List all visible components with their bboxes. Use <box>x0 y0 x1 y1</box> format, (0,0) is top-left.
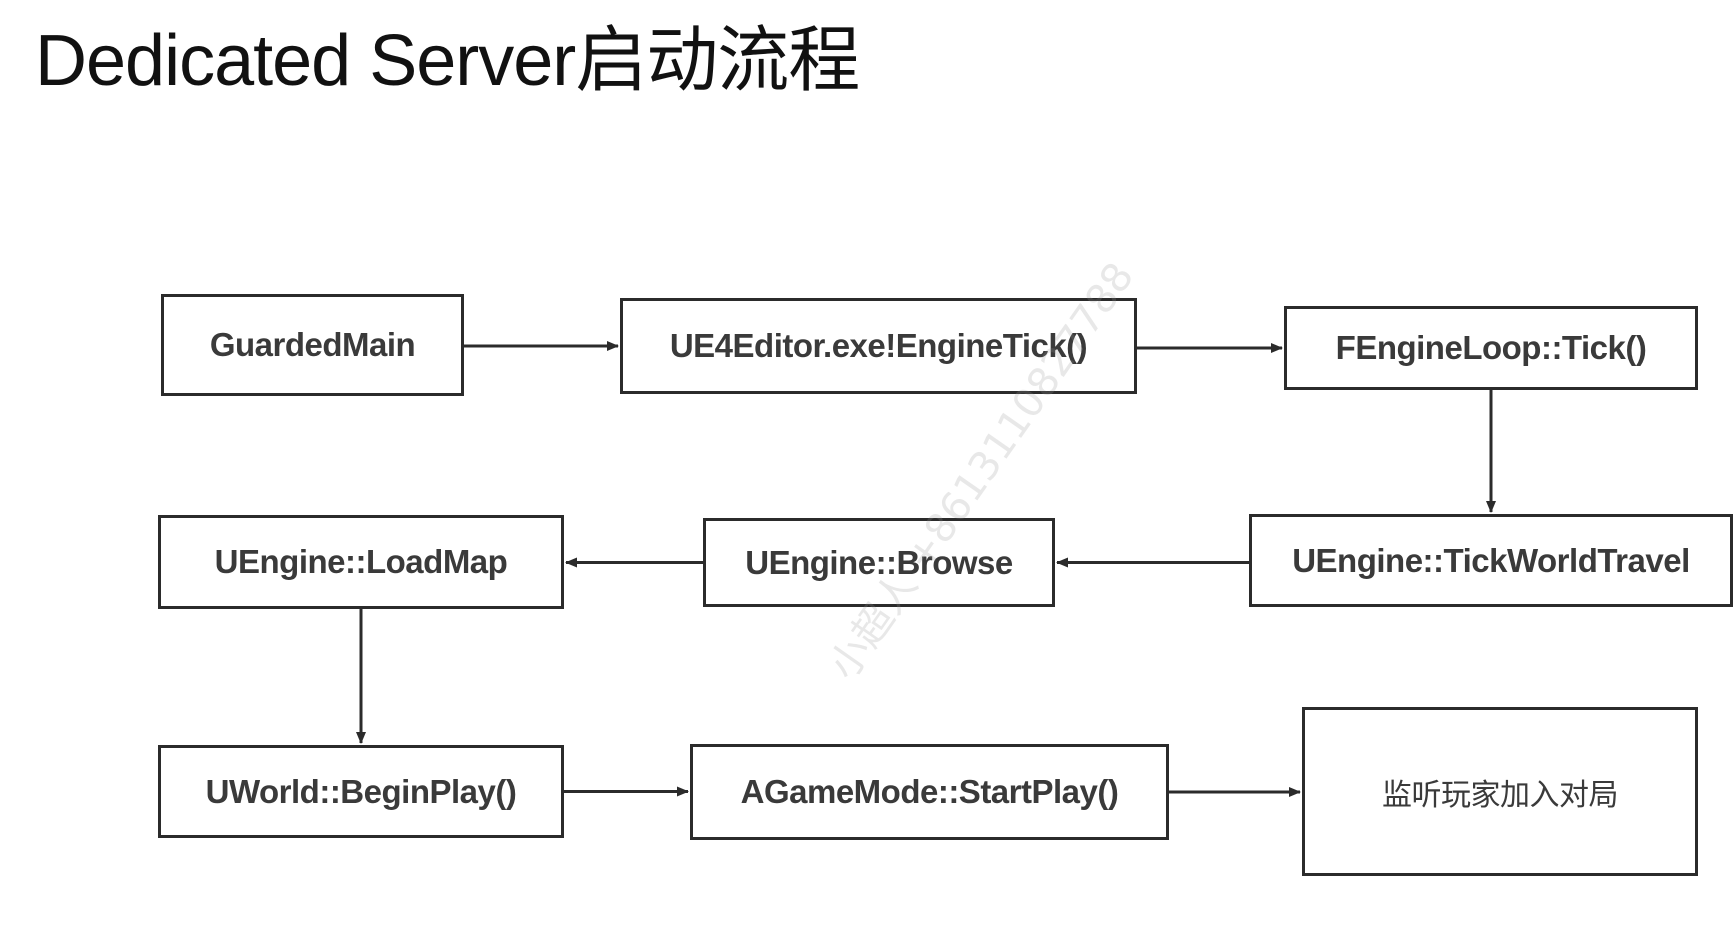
node-guarded-main: GuardedMain <box>161 294 464 396</box>
node-begin-play: UWorld::BeginPlay() <box>158 745 564 838</box>
node-tick-world-travel: UEngine::TickWorldTravel <box>1249 514 1733 607</box>
node-load-map: UEngine::LoadMap <box>158 515 564 609</box>
node-listen-players: 监听玩家加入对局 <box>1302 707 1698 876</box>
node-engine-loop-tick: FEngineLoop::Tick() <box>1284 306 1698 390</box>
node-start-play: AGameMode::StartPlay() <box>690 744 1169 840</box>
node-engine-tick: UE4Editor.exe!EngineTick() <box>620 298 1137 394</box>
node-browse: UEngine::Browse <box>703 518 1055 607</box>
